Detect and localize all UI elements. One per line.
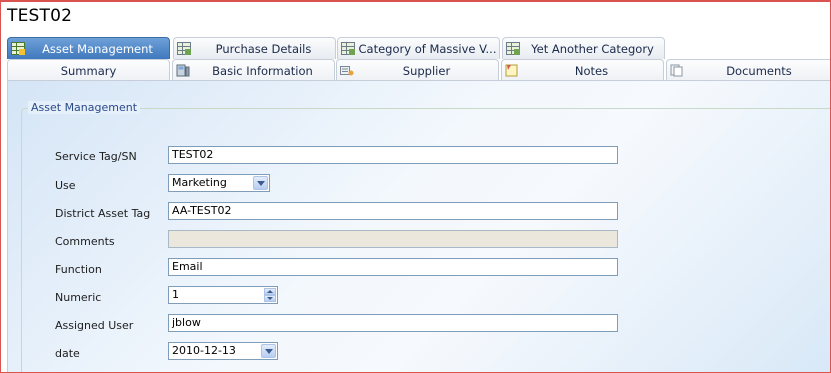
tab-label: Asset Management [42, 42, 153, 56]
tab-label: Supplier [402, 64, 451, 78]
tab-label: Basic Information [212, 64, 313, 78]
tab-label: Yet Another Category [531, 42, 654, 56]
table-grid-icon [11, 42, 25, 55]
table-grid-icon [506, 42, 520, 55]
function-field[interactable]: Email [168, 258, 618, 276]
supplier-icon [340, 66, 354, 76]
notes-icon [505, 64, 518, 77]
tab-purchase-details[interactable]: Purchase Details [173, 37, 336, 59]
tab-notes[interactable]: Notes [501, 59, 664, 81]
fieldset-legend: Asset Management [28, 101, 141, 114]
tab-yet-another-category[interactable]: Yet Another Category [502, 37, 665, 59]
use-select[interactable]: Marketing [168, 174, 270, 192]
tab-content-panel: Asset Management Service Tag/SN TEST02 U… [7, 81, 830, 372]
tab-summary[interactable]: Summary [7, 59, 170, 81]
assigned-user-field[interactable]: jblow [168, 314, 618, 332]
tab-basic-information[interactable]: Basic Information [172, 59, 335, 81]
service-tag-label: Service Tag/SN [55, 150, 137, 163]
date-picker[interactable]: 2010-12-13 [168, 342, 278, 360]
date-label: date [55, 347, 80, 360]
device-icon [176, 64, 190, 77]
numeric-value: 1 [172, 288, 179, 301]
table-grid-icon [341, 42, 355, 55]
numeric-label: Numeric [55, 291, 102, 304]
assigned-user-label: Assigned User [55, 319, 134, 332]
tab-label: Purchase Details [215, 42, 312, 56]
tab-label: Notes [574, 64, 609, 78]
district-asset-tag-label: District Asset Tag [55, 207, 151, 220]
documents-icon [670, 64, 683, 77]
tab-documents[interactable]: Documents [666, 59, 830, 81]
tab-label: Summary [60, 64, 117, 78]
table-grid-icon [177, 42, 191, 55]
use-label: Use [55, 179, 76, 192]
tab-label: Documents [726, 64, 792, 78]
tab-label: Category of Massive V... [358, 42, 497, 56]
service-tag-field[interactable]: TEST02 [168, 146, 618, 164]
chevron-down-icon[interactable] [253, 176, 268, 190]
spin-up-icon[interactable] [264, 288, 276, 295]
function-label: Function [55, 263, 102, 276]
chevron-down-icon[interactable] [261, 344, 276, 358]
comments-field[interactable] [168, 230, 618, 248]
spinner-control [264, 288, 276, 302]
tab-asset-management[interactable]: Asset Management [7, 37, 170, 59]
tab-supplier[interactable]: Supplier [336, 59, 499, 81]
page-title: TEST02 [7, 6, 73, 26]
window-frame: TEST02 Asset Management Purchase Details [0, 0, 831, 373]
district-asset-tag-field[interactable]: AA-TEST02 [168, 202, 618, 220]
spin-down-icon[interactable] [264, 295, 276, 302]
tab-category-of-massive[interactable]: Category of Massive V... [337, 37, 500, 59]
use-selected-value: Marketing [172, 176, 227, 189]
numeric-stepper[interactable]: 1 [168, 286, 278, 304]
date-value: 2010-12-13 [172, 344, 236, 357]
comments-label: Comments [55, 235, 115, 248]
